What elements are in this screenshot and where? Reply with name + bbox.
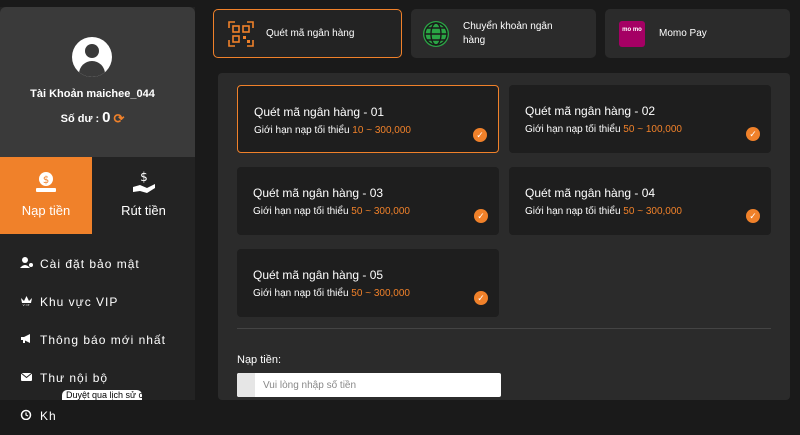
megaphone-icon <box>20 333 36 347</box>
card-limit: Giới hạn nạp tối thiểu 50 ~ 300,000 <box>253 288 410 299</box>
check-icon: ✓ <box>746 127 760 141</box>
globe-icon <box>423 20 449 47</box>
bank-card-03[interactable]: Quét mã ngân hàng - 03 Giới hạn nạp tối … <box>237 167 499 235</box>
user-gear-icon <box>20 257 36 271</box>
tooltip: Duyệt qua lịch sử c <box>62 390 142 400</box>
bank-card-04[interactable]: Quét mã ngân hàng - 04 Giới hạn nạp tối … <box>509 167 771 235</box>
bank-card-02[interactable]: Quét mã ngân hàng - 02 Giới hạn nạp tối … <box>509 85 771 153</box>
check-icon: ✓ <box>473 128 487 142</box>
input-prefix <box>237 373 255 397</box>
envelope-icon <box>20 371 36 385</box>
card-limit: Giới hạn nạp tối thiểu 50 ~ 100,000 <box>525 124 682 135</box>
card-title: Quét mã ngân hàng - 04 <box>525 186 656 200</box>
check-icon: ✓ <box>474 209 488 223</box>
card-title: Quét mã ngân hàng - 05 <box>253 268 384 282</box>
svg-text:VIP: VIP <box>23 303 31 306</box>
deposit-panel: Quét mã ngân hàng - 01 Giới hạn nạp tối … <box>218 73 790 400</box>
refresh-icon[interactable]: ⟳ <box>113 111 124 127</box>
sidebar-menu: Cài đặt bảo mật VIP Khu vực VIP Thông bá… <box>0 245 195 435</box>
menu-item-vip[interactable]: VIP Khu vực VIP <box>0 283 195 321</box>
card-limit: Giới hạn nạp tối thiểu 50 ~ 300,000 <box>253 206 410 217</box>
menu-item-notifications[interactable]: Thông báo mới nhất <box>0 321 195 359</box>
method-bank-transfer[interactable]: Chuyển khoản ngân hàng <box>411 9 596 58</box>
profile-card: Tài Khoản maichee_044 Số dư :0 ⟳ <box>0 7 195 157</box>
menu-label: Kh <box>40 409 57 423</box>
card-title: Quét mã ngân hàng - 02 <box>525 104 656 118</box>
check-icon: ✓ <box>746 209 760 223</box>
sidebar: Tài Khoản maichee_044 Số dư :0 ⟳ $ Nạp ti… <box>0 7 195 423</box>
qr-code-icon <box>228 20 254 47</box>
method-qr-bank[interactable]: Quét mã ngân hàng <box>213 9 402 58</box>
check-icon: ✓ <box>474 291 488 305</box>
withdraw-label: Rút tiền <box>121 203 166 218</box>
money-bag-icon: $ <box>34 171 58 199</box>
withdraw-tab[interactable]: $ Rút tiền <box>92 157 195 234</box>
menu-label: Cài đặt bảo mật <box>40 257 140 271</box>
menu-item-security[interactable]: Cài đặt bảo mật <box>0 245 195 283</box>
svg-text:$: $ <box>140 171 148 184</box>
card-limit: Giới hạn nạp tối thiểu 50 ~ 300,000 <box>525 206 682 217</box>
divider <box>237 328 771 329</box>
history-icon <box>20 409 36 423</box>
method-momo[interactable]: mo mo Momo Pay <box>605 9 790 58</box>
menu-label: Thông báo mới nhất <box>40 333 166 347</box>
deposit-tab[interactable]: $ Nạp tiền <box>0 157 92 234</box>
method-label: Chuyển khoản ngân hàng <box>463 20 553 46</box>
card-title: Quét mã ngân hàng - 01 <box>254 105 385 119</box>
amount-input[interactable] <box>255 373 499 397</box>
menu-label: Khu vực VIP <box>40 295 119 309</box>
method-label: Quét mã ngân hàng <box>266 27 355 39</box>
bank-card-05[interactable]: Quét mã ngân hàng - 05 Giới hạn nạp tối … <box>237 249 499 317</box>
vip-crown-icon: VIP <box>20 295 36 309</box>
card-limit: Giới hạn nạp tối thiểu 10 ~ 300,000 <box>254 125 411 136</box>
method-label: Momo Pay <box>659 27 707 39</box>
menu-label: Thư nội bộ <box>40 371 109 385</box>
momo-icon: mo mo <box>619 20 645 47</box>
action-tabs: $ Nạp tiền $ Rút tiền <box>0 157 195 234</box>
payment-methods: Quét mã ngân hàng Chuyển khoản ngân hàng… <box>213 9 800 58</box>
card-title: Quét mã ngân hàng - 03 <box>253 186 384 200</box>
account-name: Tài Khoản maichee_044 <box>30 88 155 100</box>
balance-value: 0 <box>102 109 111 126</box>
svg-text:$: $ <box>43 175 49 186</box>
amount-label: Nạp tiền: <box>237 354 282 366</box>
hand-money-icon: $ <box>131 170 157 201</box>
menu-item-history[interactable]: Kh <box>0 397 195 435</box>
amount-field <box>237 373 501 397</box>
deposit-label: Nạp tiền <box>21 203 71 218</box>
balance-label: Số dư : <box>60 113 100 125</box>
bank-card-01[interactable]: Quét mã ngân hàng - 01 Giới hạn nạp tối … <box>237 85 499 153</box>
balance: Số dư :0 ⟳ <box>0 109 185 127</box>
avatar-icon <box>72 37 112 77</box>
